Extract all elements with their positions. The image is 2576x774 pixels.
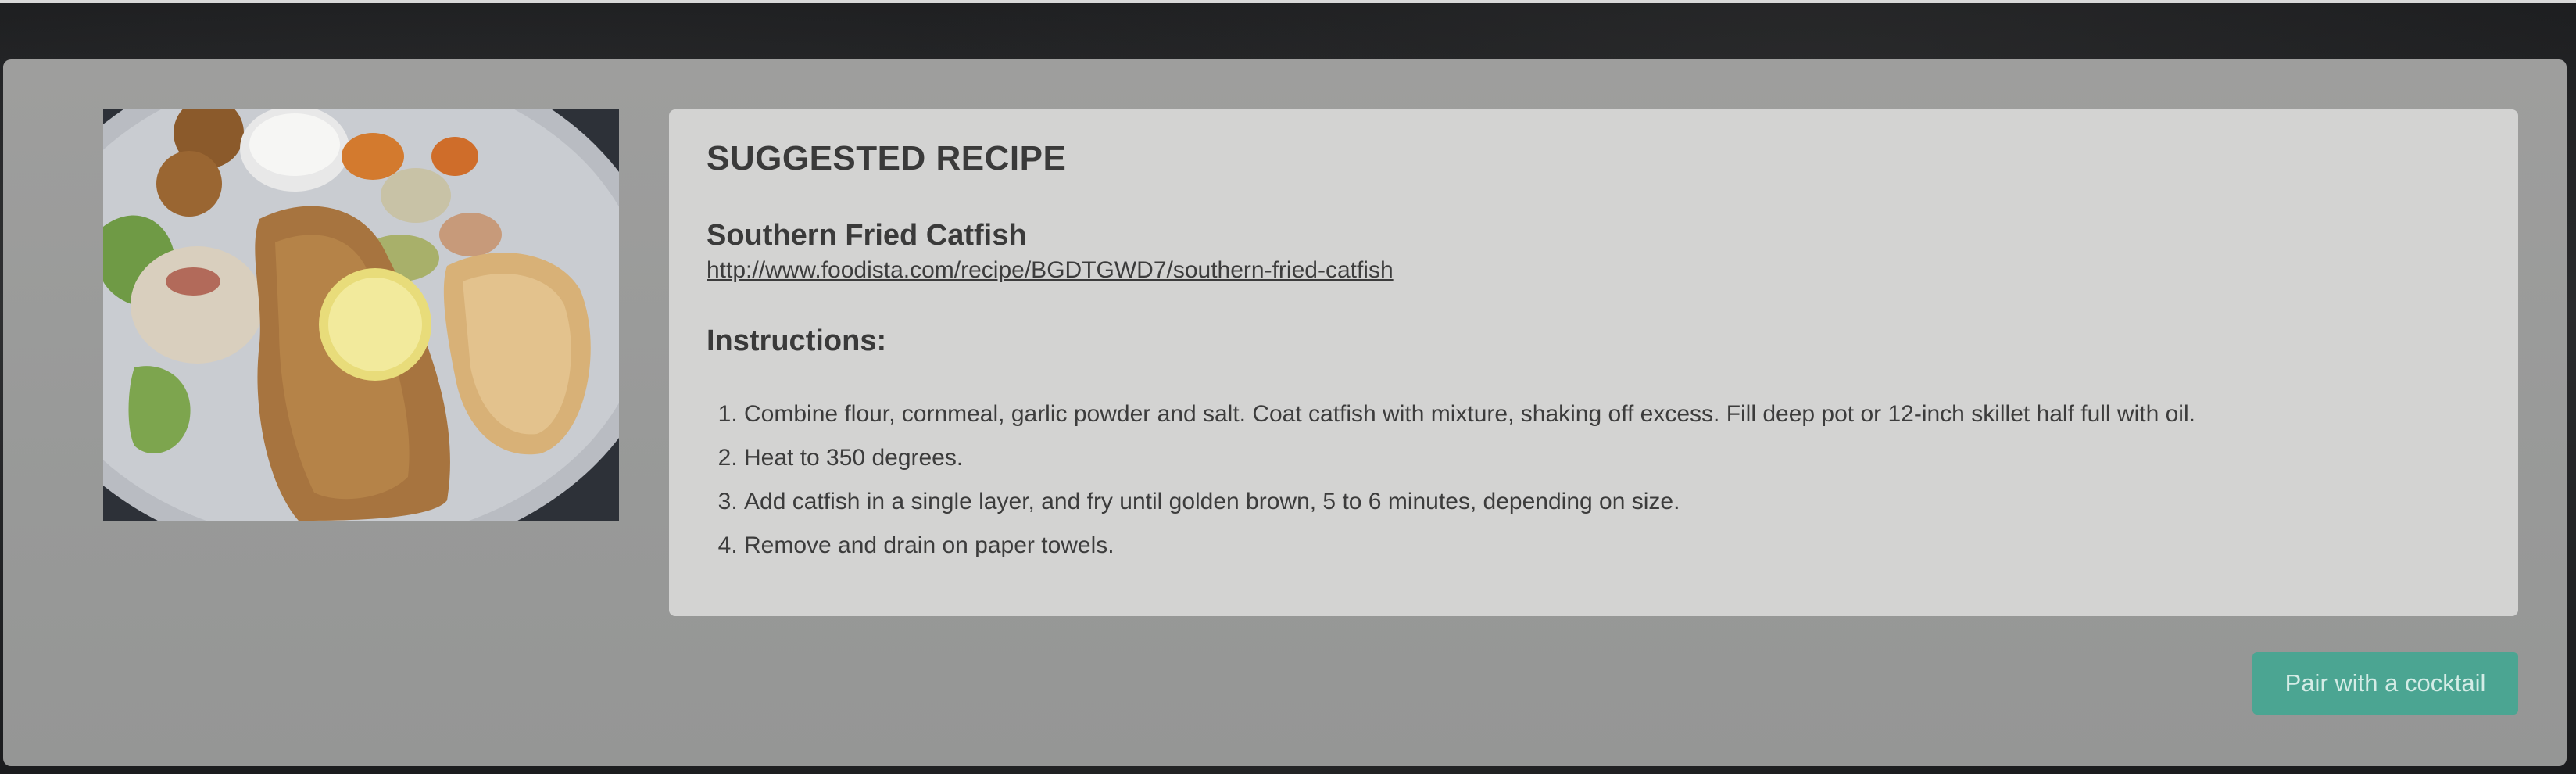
- recipe-name: Southern Fried Catfish: [707, 219, 1027, 252]
- instruction-step: Heat to 350 degrees.: [744, 436, 2481, 480]
- instruction-step: Combine flour, cornmeal, garlic powder a…: [744, 392, 2481, 436]
- recipe-card: SUGGESTED RECIPE Southern Fried Catfish …: [669, 109, 2518, 616]
- recipe-photo: [103, 109, 619, 521]
- top-edge: [0, 0, 2576, 3]
- instruction-step: Remove and drain on paper towels.: [744, 524, 2481, 568]
- instructions-list: Combine flour, cornmeal, garlic powder a…: [707, 392, 2481, 568]
- instruction-step: Add catfish in a single layer, and fry u…: [744, 480, 2481, 524]
- recipe-source-link[interactable]: http://www.foodista.com/recipe/BGDTGWD7/…: [707, 257, 1394, 284]
- recipe-panel: SUGGESTED RECIPE Southern Fried Catfish …: [3, 59, 2567, 766]
- pair-cocktail-button[interactable]: Pair with a cocktail: [2252, 652, 2518, 715]
- recipe-section-title: SUGGESTED RECIPE: [707, 139, 1067, 177]
- instructions-heading: Instructions:: [707, 324, 887, 357]
